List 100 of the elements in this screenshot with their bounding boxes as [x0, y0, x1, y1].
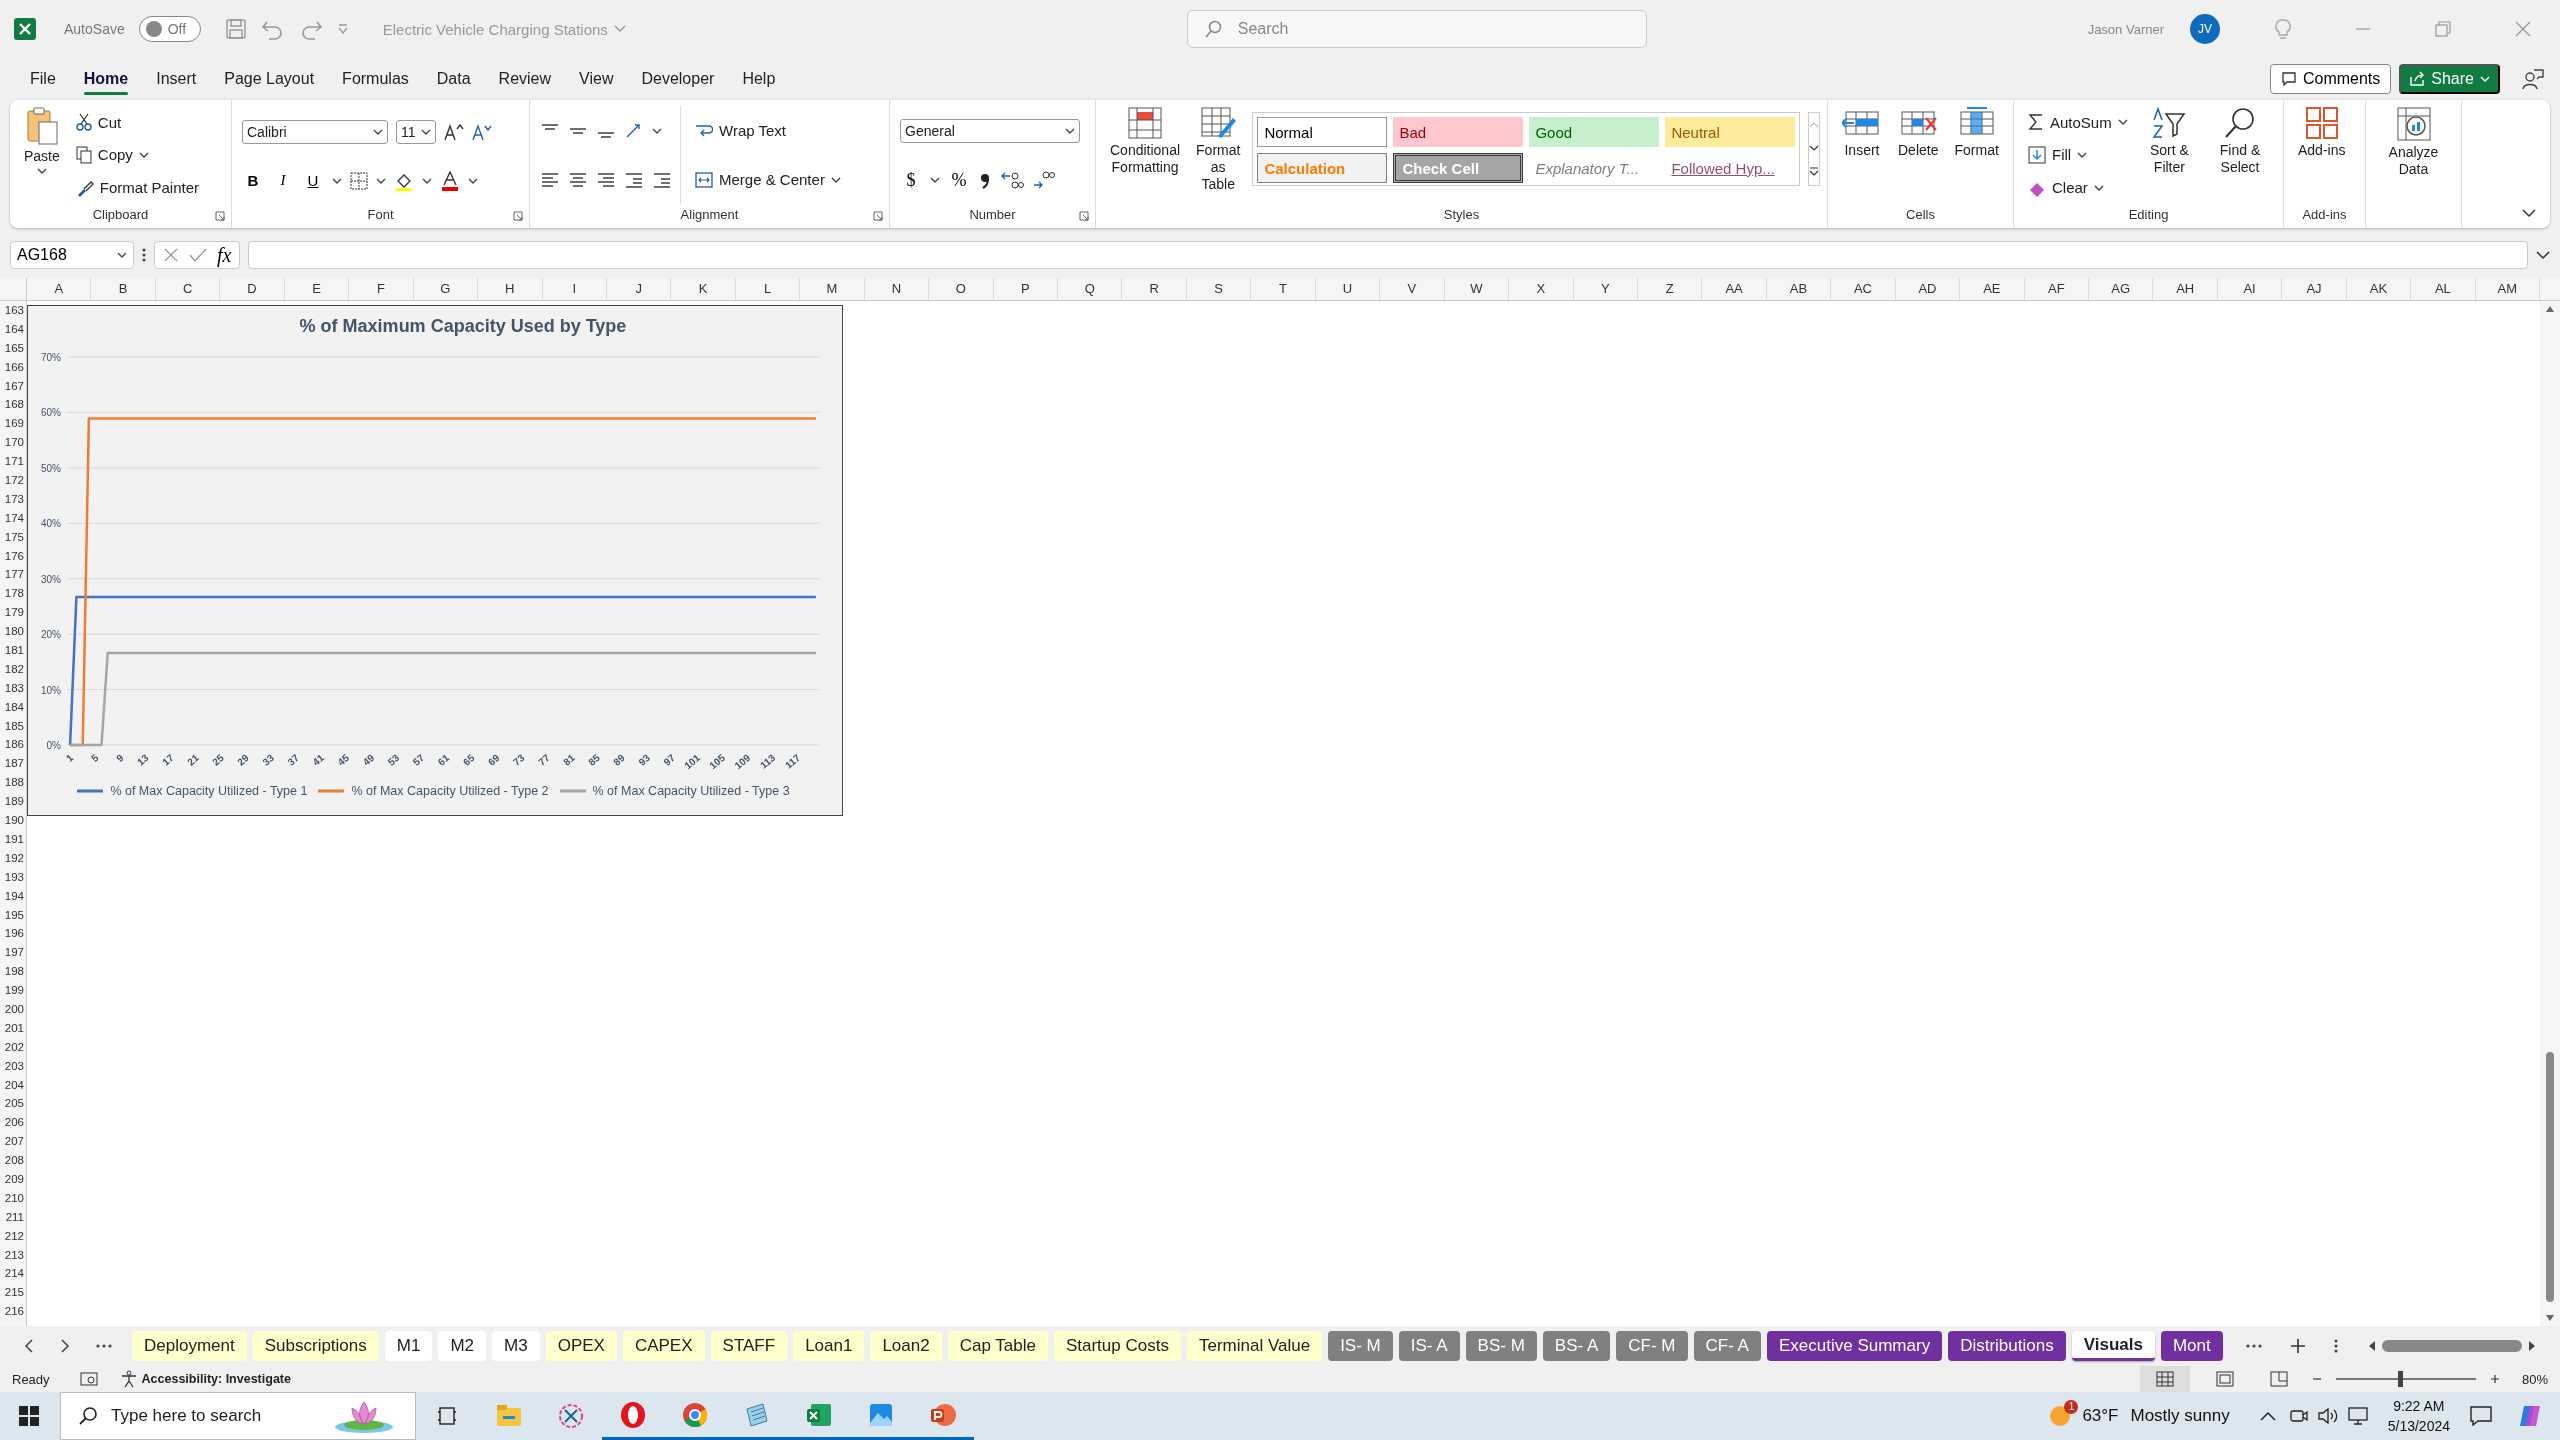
sheet-tab[interactable]: Terminal Value	[1186, 1331, 1323, 1361]
row-header[interactable]: 177	[0, 565, 26, 585]
ribbon-tab[interactable]: Insert	[142, 62, 211, 96]
more-sheets-icon[interactable]	[2246, 1344, 2262, 1348]
row-header[interactable]: 174	[0, 508, 26, 528]
underline-button[interactable]: U	[302, 172, 324, 189]
row-header[interactable]: 166	[0, 357, 26, 377]
cancel-icon[interactable]	[163, 247, 179, 263]
scroll-up-icon[interactable]	[2545, 305, 2555, 313]
bold-button[interactable]: B	[242, 172, 264, 189]
zoom-in-icon[interactable]	[2489, 1374, 2500, 1384]
row-header[interactable]: 206	[0, 1113, 26, 1133]
row-header[interactable]: 180	[0, 622, 26, 642]
row-header[interactable]: 212	[0, 1226, 26, 1246]
caret-icon[interactable]	[36, 167, 47, 175]
row-header[interactable]: 189	[0, 792, 26, 812]
volume-icon[interactable]	[2317, 1408, 2338, 1424]
column-header[interactable]: W	[1444, 278, 1510, 300]
row-header[interactable]: 215	[0, 1283, 26, 1303]
row-header[interactable]: 170	[0, 433, 26, 453]
network-icon[interactable]	[2347, 1407, 2368, 1425]
column-header[interactable]: S	[1186, 278, 1252, 300]
ribbon-tab[interactable]: Review	[484, 62, 566, 96]
ribbon-tab[interactable]: File	[16, 62, 70, 96]
column-header[interactable]: R	[1122, 278, 1187, 300]
row-header[interactable]: 169	[0, 414, 26, 434]
row-header[interactable]: 203	[0, 1056, 26, 1076]
row-header[interactable]: 201	[0, 1018, 26, 1038]
caret-icon[interactable]	[2117, 118, 2128, 127]
row-header[interactable]: 183	[0, 678, 26, 698]
windows-start-icon[interactable]	[18, 1405, 40, 1427]
row-header[interactable]: 211	[0, 1207, 26, 1227]
row-header[interactable]: 194	[0, 886, 26, 906]
column-header[interactable]: AC	[1831, 278, 1896, 300]
column-header[interactable]: A	[27, 278, 92, 300]
column-header[interactable]: E	[284, 278, 350, 300]
row-header[interactable]: 196	[0, 924, 26, 944]
row-header[interactable]: 205	[0, 1094, 26, 1114]
column-header[interactable]: AE	[1960, 278, 2025, 300]
caret-icon[interactable]	[830, 175, 841, 184]
row-header[interactable]: 192	[0, 848, 26, 868]
sheet-tab[interactable]: STAFF	[710, 1331, 788, 1361]
ribbon-tab[interactable]: Help	[728, 62, 790, 96]
row-header[interactable]: 186	[0, 735, 26, 755]
enter-icon[interactable]	[189, 247, 207, 263]
more-sheets-icon[interactable]	[96, 1344, 112, 1348]
page-layout-view-icon[interactable]	[2215, 1371, 2234, 1387]
caret-icon[interactable]	[468, 176, 478, 185]
column-header[interactable]: Y	[1573, 278, 1638, 300]
caret-icon[interactable]	[422, 176, 432, 185]
sheet-tab[interactable]: Subscriptions	[252, 1331, 379, 1361]
caret-icon[interactable]	[421, 127, 431, 136]
scrollbar-thumb[interactable]	[2546, 1052, 2554, 1302]
page-break-view-icon[interactable]	[2269, 1371, 2288, 1387]
column-header[interactable]: AA	[1702, 278, 1767, 300]
percent-button[interactable]: %	[948, 169, 970, 191]
scroll-left-icon[interactable]	[24, 1339, 34, 1353]
comments-button[interactable]: Comments	[2269, 64, 2392, 94]
notifications-icon[interactable]	[2470, 1406, 2492, 1426]
column-header[interactable]: I	[542, 278, 607, 300]
more-options-icon[interactable]	[142, 247, 146, 263]
sheet-tab[interactable]: Deployment	[132, 1331, 247, 1361]
column-header[interactable]: N	[864, 278, 930, 300]
taskbar-search-field[interactable]: Type here to search	[60, 1392, 416, 1440]
accessibility-icon[interactable]	[119, 1370, 138, 1388]
align-right-icon[interactable]	[596, 170, 616, 189]
row-header[interactable]: 185	[0, 716, 26, 736]
accessibility-status[interactable]: Accessibility: Investigate	[141, 1372, 291, 1386]
ribbon-tab[interactable]: Data	[422, 62, 485, 96]
copy-button[interactable]: Copy	[71, 144, 203, 166]
conditional-formatting-button[interactable]: Conditional Formatting	[1106, 106, 1185, 204]
sheet-tab[interactable]: Loan1	[793, 1331, 865, 1361]
column-header[interactable]: U	[1315, 278, 1381, 300]
column-header[interactable]: G	[413, 278, 479, 300]
row-header[interactable]: 184	[0, 697, 26, 717]
column-header[interactable]: V	[1380, 278, 1445, 300]
row-header[interactable]: 187	[0, 754, 26, 774]
caret-icon[interactable]	[2077, 151, 2088, 159]
ribbon-tab[interactable]: Home	[69, 62, 143, 96]
sheet-tab[interactable]: CF- A	[1693, 1331, 1761, 1361]
row-header[interactable]: 165	[0, 338, 26, 358]
format-cells-button[interactable]: Format	[1950, 106, 2003, 204]
sheet-tab[interactable]: CF- M	[1616, 1331, 1688, 1361]
caret-icon[interactable]	[373, 127, 383, 136]
row-header[interactable]: 188	[0, 773, 26, 793]
insert-function-button[interactable]: fx	[217, 243, 232, 267]
add-ins-button[interactable]: Add-ins	[2294, 106, 2350, 204]
column-header[interactable]: F	[349, 278, 414, 300]
row-header[interactable]: 213	[0, 1245, 26, 1265]
zoom-slider-thumb[interactable]	[2398, 1371, 2404, 1387]
analyze-data-button[interactable]: Analyze Data	[2376, 106, 2451, 204]
sheet-tab[interactable]: CAPEX	[622, 1331, 705, 1361]
fill-button[interactable]: Fill	[2024, 144, 2132, 166]
currency-button[interactable]: $	[900, 169, 922, 191]
task-view-icon[interactable]	[437, 1406, 457, 1426]
name-box[interactable]: AG168	[10, 241, 134, 269]
sort-filter-button[interactable]: Sort & Filter	[2139, 106, 2200, 204]
row-header[interactable]: 181	[0, 641, 26, 660]
decrease-font-icon[interactable]	[472, 122, 492, 141]
column-header[interactable]: AJ	[2282, 278, 2347, 300]
